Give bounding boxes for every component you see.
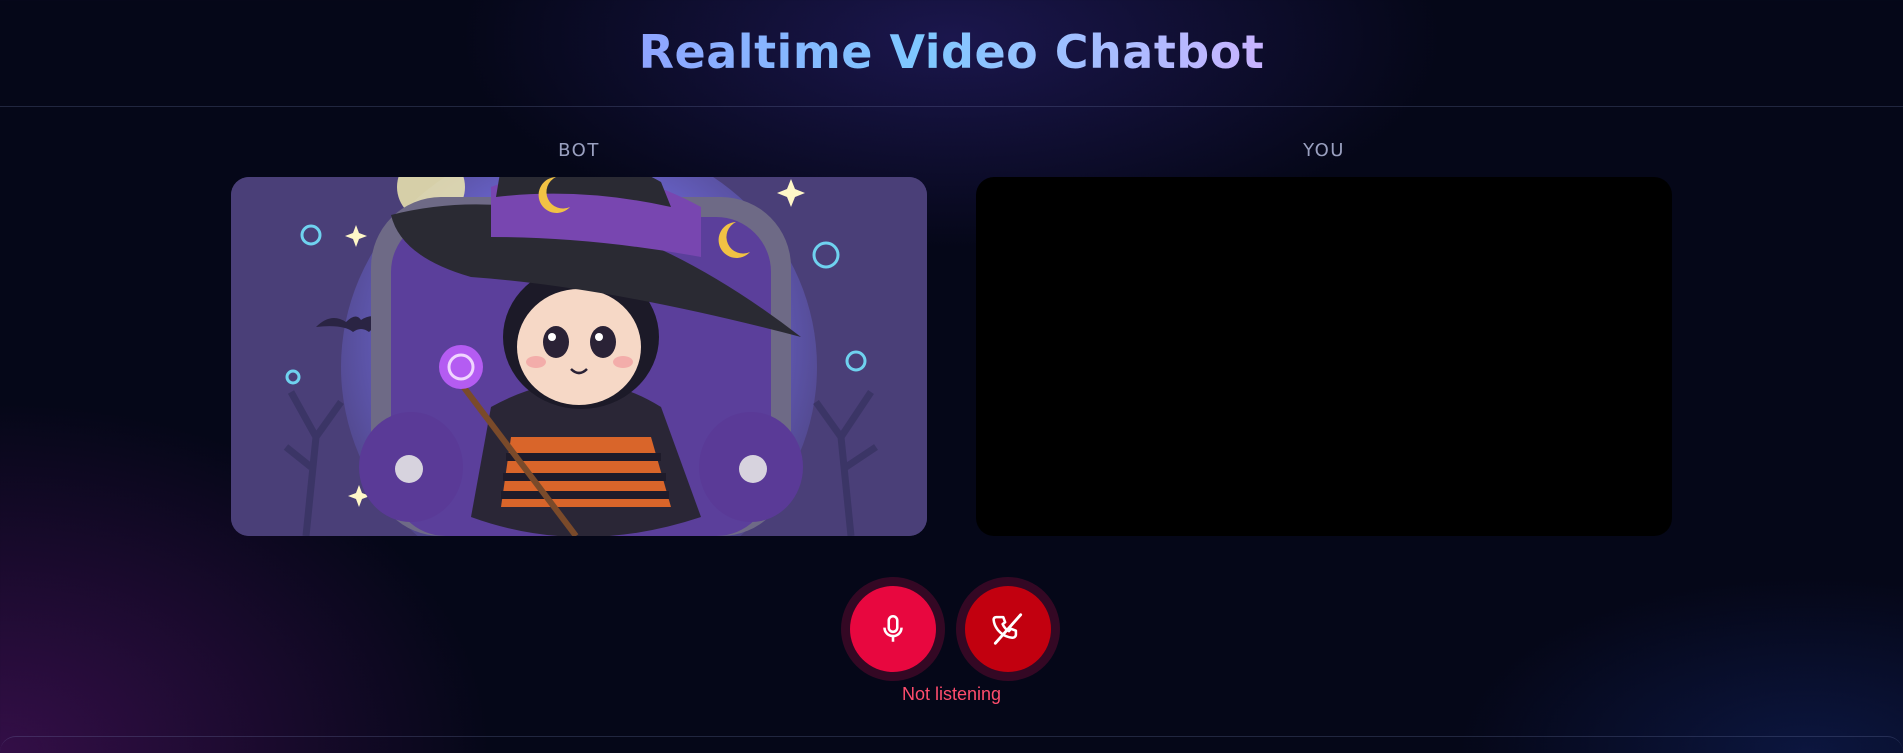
bot-panel-label: BOT — [558, 140, 600, 161]
app-header: Realtime Video Chatbot — [0, 0, 1903, 107]
call-controls — [841, 577, 1063, 681]
hangup-button[interactable] — [965, 586, 1051, 672]
witch-avatar-image — [231, 177, 927, 536]
user-panel-label: YOU — [1303, 140, 1345, 161]
page-title: Realtime Video Chatbot — [638, 25, 1265, 79]
bottom-panel-edge — [0, 736, 1903, 753]
bot-video — [231, 177, 927, 536]
mic-button[interactable] — [850, 586, 936, 672]
user-video — [976, 177, 1672, 536]
listening-status: Not listening — [901, 684, 1002, 704]
microphone-icon — [883, 614, 903, 642]
mic-button-ring — [841, 577, 945, 681]
phone-off-icon — [992, 613, 1023, 645]
hangup-button-ring — [956, 577, 1060, 681]
